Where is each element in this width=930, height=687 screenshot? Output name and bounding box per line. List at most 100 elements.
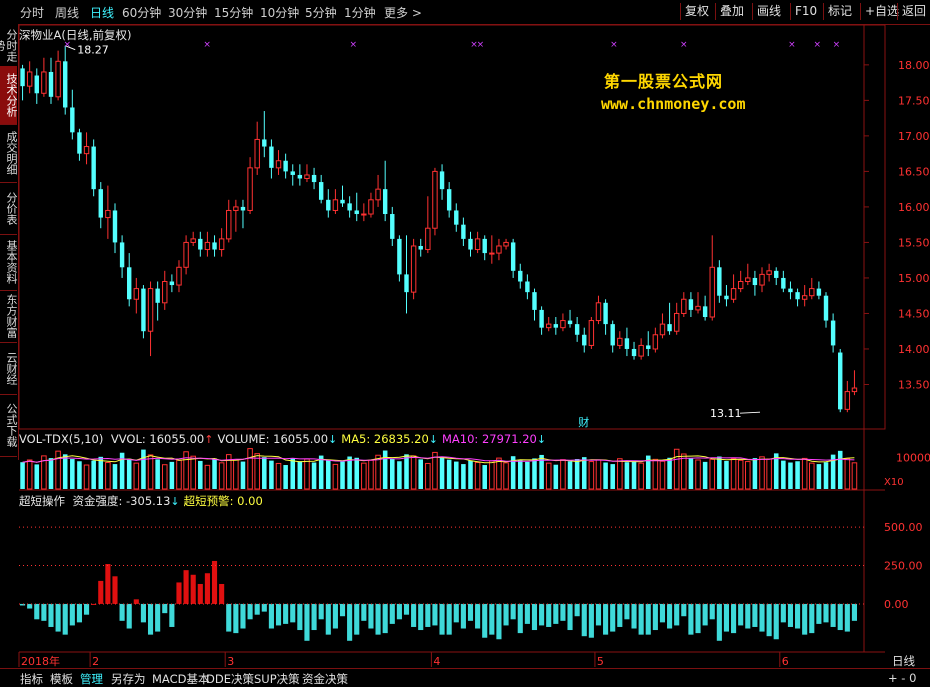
candle-body: [63, 61, 68, 108]
oscillator-bar: [27, 603, 33, 609]
volume-bar: [667, 457, 672, 489]
volume-bar: [34, 464, 40, 489]
candle-body: [297, 174, 303, 179]
candle-body: [368, 199, 374, 215]
candle-body: [560, 320, 566, 329]
oscillator-bar: [240, 603, 246, 629]
oscillator-bar: [318, 603, 324, 620]
candle-body: [183, 241, 189, 268]
candle-body: [418, 245, 423, 250]
candle-body: [404, 274, 409, 293]
indicator-tab-4[interactable]: MACD基本: [152, 671, 209, 687]
candle-body: [745, 277, 751, 282]
volume-bar: [262, 457, 267, 489]
oscillator-bar: [396, 603, 402, 620]
oscillator-bar: [297, 603, 303, 631]
event-cross-marker: ×: [610, 40, 618, 50]
candle-body: [795, 292, 800, 300]
volume-bar: [532, 458, 537, 489]
volume-bar: [489, 460, 495, 490]
volume-bar: [212, 458, 217, 489]
volume-bar: [98, 456, 104, 489]
volume-bar: [730, 458, 737, 490]
candle-body: [283, 160, 288, 172]
candle-body: [809, 288, 815, 297]
volume-bar: [247, 448, 253, 490]
candle-body: [311, 174, 317, 183]
candle-body: [375, 188, 381, 201]
oscillator-bar: [204, 573, 210, 604]
volume-bar: [781, 460, 786, 489]
oscillator-bar: [304, 603, 310, 641]
oscillator-bar: [268, 603, 274, 629]
volume-bar: [375, 454, 381, 490]
candle-body: [659, 323, 666, 336]
oscillator-bar: [76, 603, 82, 623]
oscillator-bar: [460, 603, 466, 629]
volume-tick-label: 10000: [896, 451, 930, 464]
indicator-tab-7[interactable]: 资金决策: [302, 671, 348, 687]
candle-body: [851, 387, 858, 393]
oscillator-bar: [339, 603, 346, 617]
oscillator-bar: [645, 603, 651, 635]
indicator-tab-3[interactable]: 另存为: [111, 671, 146, 687]
candle-body: [55, 60, 61, 98]
osc_header-item-1: 资金强度: -305.13: [72, 494, 171, 508]
oscillator-bar: [802, 603, 808, 635]
oscillator-bar: [851, 603, 858, 621]
volume-bar: [155, 459, 160, 489]
oscillator-bar: [631, 603, 637, 629]
candle-body: [318, 182, 324, 200]
oscillator-bar: [62, 603, 68, 635]
volume-bar: [275, 462, 282, 490]
volume-unit-label: X10: [884, 477, 904, 488]
oscillator-bar: [432, 603, 438, 626]
oscillator-bar: [375, 603, 381, 635]
indicator-tab-2[interactable]: 管理: [80, 671, 103, 687]
vol_header-item-3: MA5: 26835.20: [341, 432, 429, 446]
indicator-tab-1[interactable]: 模板: [50, 671, 73, 687]
oscillator-bar: [837, 603, 843, 631]
low-price-label: 13.11: [710, 407, 742, 420]
indicator-tab-0[interactable]: 指标: [20, 671, 43, 687]
oscillator-bar: [368, 603, 374, 629]
indicator-tab-6[interactable]: SUP决策: [254, 671, 300, 687]
oscillator-bar: [147, 603, 154, 635]
period-indicator[interactable]: 日线: [892, 653, 915, 669]
oscillator-bar: [560, 603, 566, 621]
event-cross-marker: ×: [477, 40, 485, 50]
volume-bar: [233, 459, 239, 490]
oscillator-bar: [674, 603, 680, 626]
candle-body: [673, 312, 680, 332]
candle-body: [766, 270, 772, 275]
indicator-tab-5[interactable]: DDE决策: [206, 671, 254, 687]
volume-bar: [297, 461, 303, 489]
candle-body: [752, 277, 758, 286]
candle-body: [595, 302, 602, 322]
oscillator-bar: [389, 603, 395, 624]
volume-bar: [283, 465, 288, 489]
volume-bar: [468, 460, 473, 489]
oscillator-bar: [176, 582, 182, 604]
oscillator-tick-label: 250.00: [884, 560, 923, 573]
candle-body: [816, 288, 822, 296]
candle-body: [610, 324, 615, 346]
oscillator-bar: [588, 603, 594, 638]
oscillator-bar: [169, 603, 175, 627]
price-tick-label: 17.00: [898, 130, 930, 143]
oscillator-bar: [261, 603, 267, 612]
candle-body: [468, 238, 473, 250]
oscillator-bar: [411, 603, 417, 627]
volume-bar: [482, 465, 487, 489]
volume-bar: [603, 462, 608, 489]
candle-body: [48, 71, 54, 97]
volume-bar: [737, 459, 744, 490]
oscillator-header: 超短操作 资金强度: -305.13↓ 超短预警: 0.00: [19, 493, 267, 509]
oscillator-bar: [382, 603, 388, 634]
price-tick-label: 13.50: [898, 378, 930, 391]
date-tick-label: 4: [433, 655, 440, 668]
oscillator-bar: [325, 603, 331, 635]
candle-body: [233, 206, 239, 211]
oscillator-bar: [667, 603, 673, 629]
zoom-controls[interactable]: + - 0: [888, 671, 916, 685]
